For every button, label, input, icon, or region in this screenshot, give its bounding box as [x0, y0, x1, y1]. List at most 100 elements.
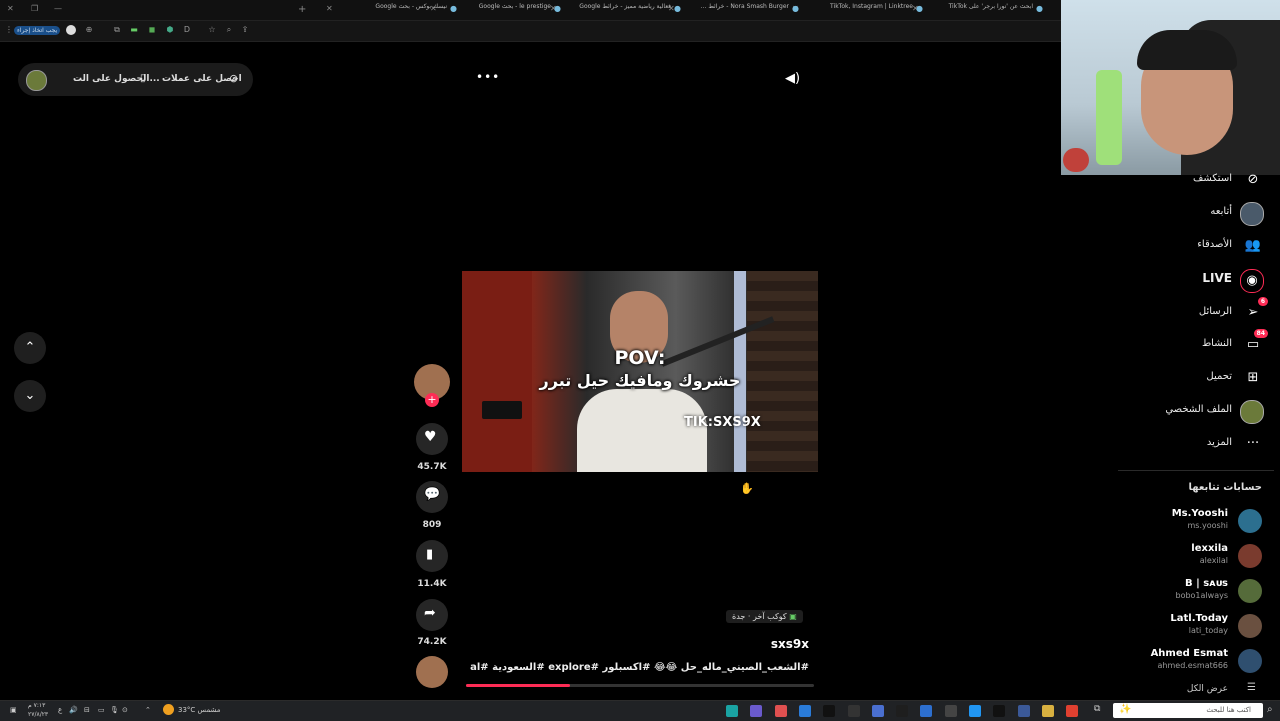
taskbar-app-icon[interactable]: [1017, 705, 1030, 717]
see-all-link[interactable]: عرض الكل: [1187, 684, 1228, 694]
video-progress-track[interactable]: [466, 684, 814, 687]
sidebar-item-1[interactable]: أتابعه: [1110, 200, 1280, 226]
action-required-button[interactable]: يجب اتخاذ إجراء: [14, 26, 61, 35]
sidebar-item-0[interactable]: استكشف ⊘: [1110, 167, 1280, 193]
webcam-overlay: [1061, 0, 1280, 175]
close-window-icon[interactable]: ✕: [7, 4, 14, 13]
extension-icon[interactable]: ⊕: [84, 25, 94, 35]
share-button[interactable]: ➦: [416, 599, 448, 631]
account-handle: bobo1always: [1175, 591, 1228, 600]
followed-account[interactable]: Latl.Today lati_today: [1110, 612, 1280, 642]
taskbar-app-icon[interactable]: [993, 705, 1006, 717]
browser-tab[interactable]: فعالية رياضية مميز - خرائط Google: [566, 3, 671, 17]
taskbar-app-icon[interactable]: [871, 705, 884, 717]
notification-badge: 84: [1253, 329, 1268, 338]
taskbar-app-icon[interactable]: [1066, 705, 1079, 717]
clock-date[interactable]: ٢٧/٨/٢٣: [28, 711, 48, 718]
tab-favicon-icon: ●: [674, 4, 681, 13]
task-view-icon[interactable]: ⧉: [1094, 704, 1100, 714]
sidebar-item-5[interactable]: النشاط ▭ 84: [1110, 329, 1280, 358]
weather-label[interactable]: 33°C مشمس: [178, 706, 221, 714]
tab-close-icon[interactable]: ✕: [326, 4, 333, 13]
browser-tab[interactable]: نيسك بوكس - بحث Google: [342, 3, 447, 17]
taskbar-app-icon[interactable]: [726, 705, 738, 717]
browser-tab[interactable]: ابحث عن 'نورا برجر' على TikTok: [928, 3, 1033, 17]
puzzle-icon[interactable]: ⧉: [112, 25, 122, 35]
taskbar-app-icon[interactable]: [944, 705, 957, 717]
taskbar-app-icon[interactable]: [847, 705, 860, 717]
taskbar-app-icon[interactable]: [920, 705, 933, 717]
next-video-button[interactable]: ⌄: [14, 380, 46, 412]
extension-shield-icon[interactable]: ◼: [147, 25, 157, 35]
video-player[interactable]: POV: حشروك ومافيك حيل تبرر TIK:SXS9X: [462, 271, 818, 472]
volume-icon[interactable]: ◀): [785, 71, 800, 86]
followed-account[interactable]: B | ꜱᴀᴜꜱ bobo1always: [1110, 577, 1280, 607]
follow-plus-icon[interactable]: +: [425, 393, 439, 407]
extension-check-icon[interactable]: ⬢: [165, 25, 175, 35]
post-description[interactable]: #الشعب_الصيني_ماله_حل 😂😂 #اكسبلور #explo…: [470, 662, 809, 673]
sidebar-item-2[interactable]: الأصدقاء 👥: [1110, 233, 1280, 259]
previous-video-button[interactable]: ⌃: [14, 332, 46, 364]
taskbar-app-icon[interactable]: [823, 705, 836, 717]
followed-account[interactable]: Ahmed Esmat ahmed.esmat666: [1110, 647, 1280, 677]
taskbar-app-icon[interactable]: [798, 705, 811, 717]
new-tab-icon[interactable]: +: [298, 4, 306, 15]
taskbar-app-icon[interactable]: [896, 705, 909, 717]
tab-favicon-icon: ●: [916, 4, 923, 13]
sidebar-item-4[interactable]: الرسائل ➢ 6: [1110, 297, 1280, 326]
taskbar-app-icon[interactable]: [750, 705, 763, 717]
battery-tray-icon[interactable]: ▭: [98, 706, 105, 714]
followed-account[interactable]: lexxila alexilal: [1110, 542, 1280, 572]
list-icon: ☰: [1247, 682, 1256, 693]
clock-time[interactable]: ٧:١٣ م: [28, 702, 45, 709]
more-options-icon[interactable]: •••: [476, 70, 500, 84]
sidebar-item-6[interactable]: تحميل ⊞: [1110, 365, 1280, 391]
taskbar-search-box[interactable]: اكتب هنا للبحث ✨: [1113, 703, 1263, 718]
profile-icon[interactable]: [66, 25, 76, 35]
browser-tab[interactable]: le prestige - بحث Google: [446, 3, 551, 17]
user-avatar[interactable]: [26, 70, 47, 91]
browser-tab[interactable]: Nora Smash Burger - خرائط ...: [684, 3, 789, 17]
tray-chevron-icon[interactable]: ⌃: [145, 706, 151, 714]
followed-account[interactable]: Ms.Yooshi ms.yooshi: [1110, 507, 1280, 537]
language-indicator[interactable]: ع: [58, 706, 62, 714]
like-button[interactable]: ♥: [416, 423, 448, 455]
music-disc-avatar[interactable]: [416, 656, 448, 688]
volume-tray-icon[interactable]: 🔊: [69, 706, 78, 714]
taskbar-app-icon[interactable]: [1041, 705, 1054, 717]
browser-tab-strip: ✕ ❐ — + ابحث عن 'نورا برجر' على TikTok ✕ ●…: [0, 0, 1061, 21]
comment-button[interactable]: 💬: [416, 481, 448, 513]
zoom-icon[interactable]: ⌕: [224, 25, 234, 35]
taskbar-app-icon[interactable]: [969, 705, 981, 717]
account-avatar: [1238, 544, 1262, 568]
account-avatar: [1238, 579, 1262, 603]
coins-pill: الحصول على الت... ▯ احصل على عملات ⊘: [18, 63, 253, 96]
sidebar-item-label: النشاط: [1201, 338, 1232, 349]
account-handle: lati_today: [1188, 626, 1228, 635]
search-icon[interactable]: ⌕: [1267, 704, 1273, 715]
extension-green-icon[interactable]: ▬: [129, 25, 139, 35]
sidebar-item-3[interactable]: LIVE ◉: [1110, 267, 1280, 293]
minimize-window-icon[interactable]: —: [54, 4, 62, 13]
restore-window-icon[interactable]: ❐: [31, 4, 38, 13]
menu-icon[interactable]: ⋮: [4, 25, 14, 35]
mic-tray-icon[interactable]: 🎙: [110, 706, 119, 714]
app-tray-icon[interactable]: ⊙: [122, 706, 128, 714]
figurine: [1063, 148, 1089, 172]
sidebar-item-7[interactable]: الملف الشخصي: [1110, 398, 1280, 424]
location-tag[interactable]: ▣ كوكب آخر · جدة: [726, 610, 803, 623]
share-page-icon[interactable]: ⇪: [240, 25, 250, 35]
network-tray-icon[interactable]: ⊟: [84, 706, 90, 714]
browser-tab[interactable]: TikTok, Instagram | Linktree: [808, 3, 913, 17]
post-username[interactable]: sxs9x: [700, 637, 809, 651]
sidebar-item-8[interactable]: المزيد ···: [1110, 431, 1280, 457]
notification-icon[interactable]: ▣: [10, 706, 17, 714]
account-name: lexxila: [1191, 543, 1228, 554]
video-progress-fill: [466, 684, 571, 687]
like-count: 45.7K: [417, 462, 447, 472]
taskbar-app-icon[interactable]: [774, 705, 787, 717]
save-button[interactable]: ▮: [416, 540, 448, 572]
bookmark-star-icon[interactable]: ☆: [207, 25, 217, 35]
extension-d-icon[interactable]: D: [182, 25, 192, 35]
get-app-button[interactable]: الحصول على الت...: [73, 74, 160, 84]
